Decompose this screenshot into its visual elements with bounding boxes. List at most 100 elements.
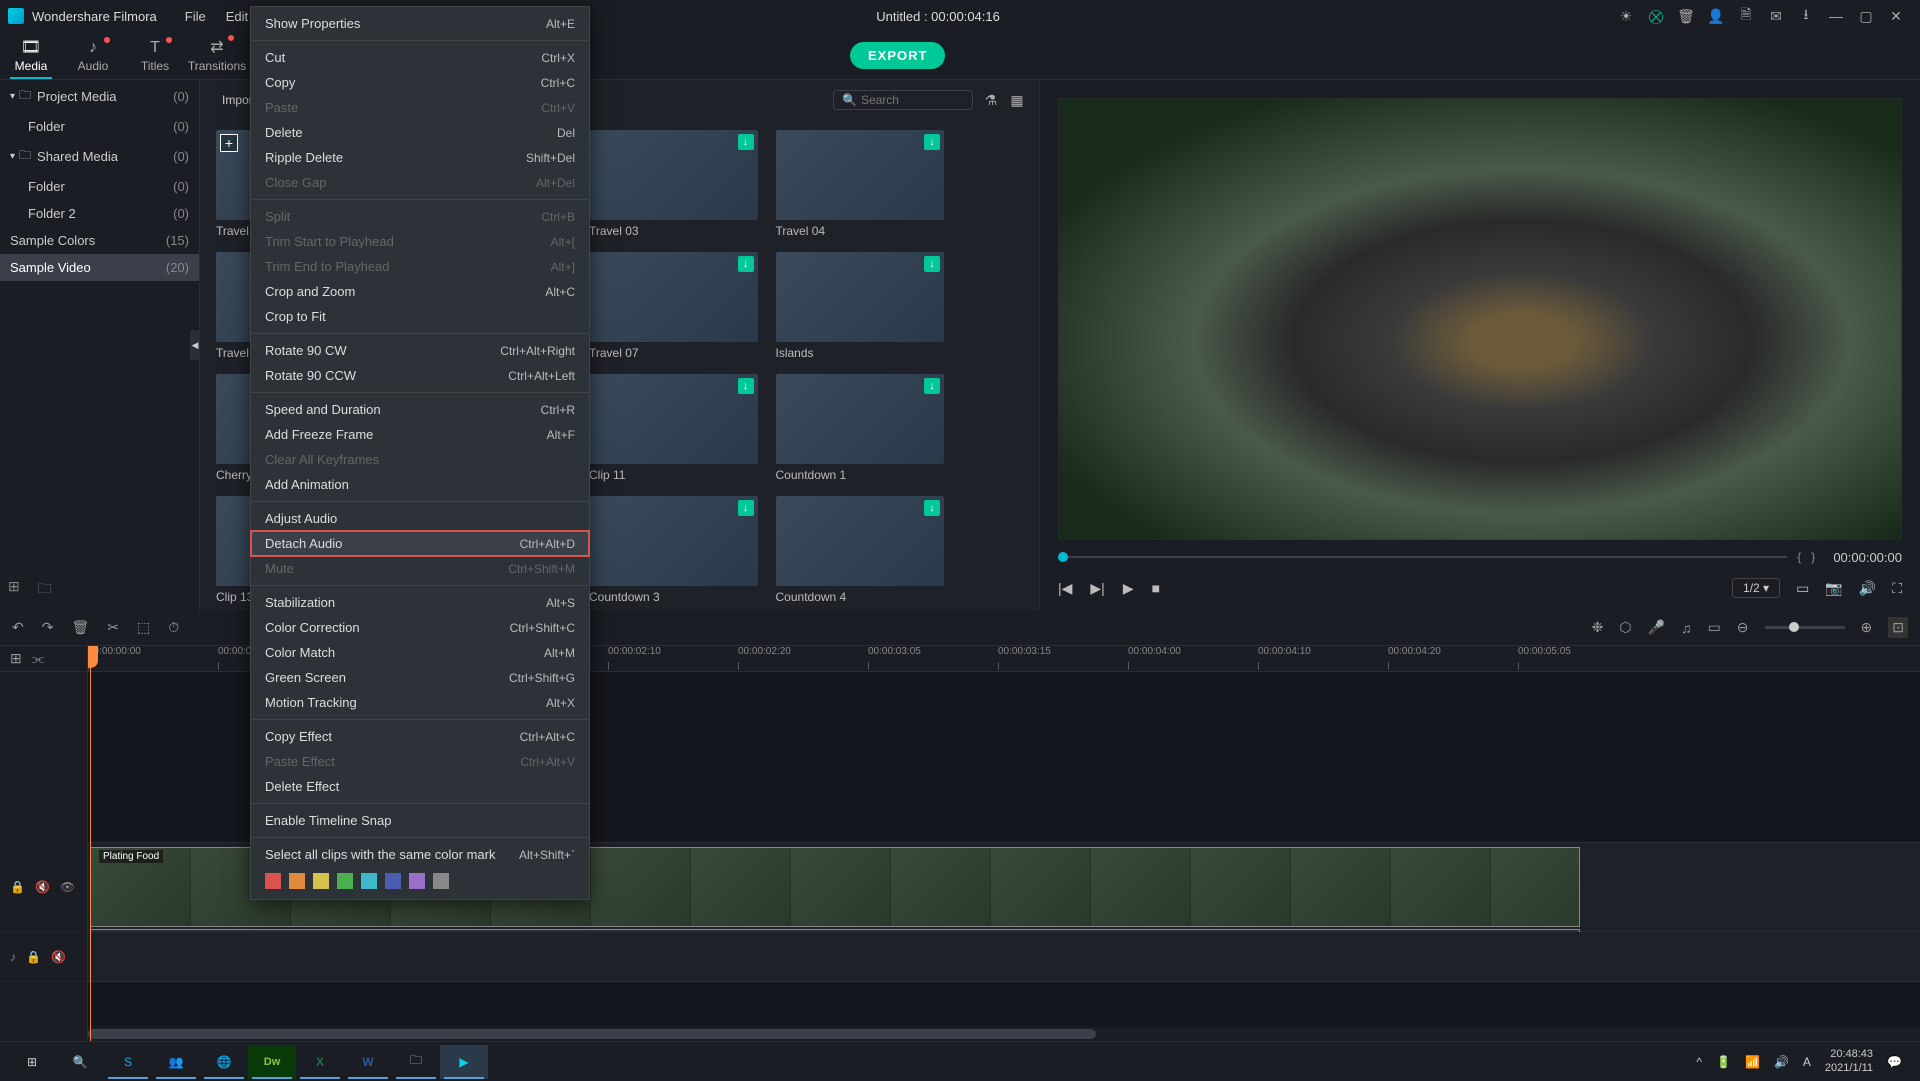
ctx-item[interactable]: Detach AudioCtrl+Alt+D: [251, 531, 589, 556]
headphones-icon[interactable]: ⛒: [1648, 8, 1664, 24]
color-swatch[interactable]: [433, 873, 449, 889]
notification-icon[interactable]: 💬: [1887, 1055, 1902, 1069]
ctx-item[interactable]: Ripple DeleteShift+Del: [251, 145, 589, 170]
taskbar-app-filmora[interactable]: ▶: [440, 1045, 488, 1079]
sidebar-item[interactable]: Sample Video(20): [0, 254, 199, 281]
volume-icon[interactable]: 🔊: [1859, 580, 1876, 597]
zoom-fit-icon[interactable]: ⊡: [1888, 617, 1908, 638]
prev-frame-icon[interactable]: |◀: [1058, 580, 1072, 597]
media-clip[interactable]: ↓Countdown 1: [776, 374, 945, 482]
media-clip[interactable]: ↓Clip 11: [589, 374, 758, 482]
tray-volume-icon[interactable]: 🔊: [1774, 1055, 1789, 1069]
media-clip[interactable]: ↓Travel 03: [589, 130, 758, 238]
ctx-item[interactable]: Enable Timeline Snap: [251, 808, 589, 833]
download-icon[interactable]: ⭳: [1798, 8, 1814, 24]
preview-canvas[interactable]: [1058, 98, 1902, 540]
media-clip[interactable]: ↓Countdown 4: [776, 496, 945, 604]
search-box[interactable]: 🔍: [833, 90, 973, 110]
audio-track[interactable]: [88, 932, 1920, 982]
audio-track-header[interactable]: ♪ 🔒 🔇: [0, 932, 87, 982]
track-manage-icon[interactable]: ⊞: [10, 650, 22, 667]
mute-track-icon[interactable]: 🔇: [51, 950, 66, 964]
tab-audio[interactable]: ♪Audio: [62, 39, 124, 79]
bracket-left[interactable]: {: [1797, 550, 1801, 564]
taskbar-app-teams[interactable]: 👥: [152, 1045, 200, 1079]
split-icon[interactable]: ✂: [107, 619, 119, 636]
ctx-item[interactable]: CopyCtrl+C: [251, 70, 589, 95]
tray-wifi-icon[interactable]: 📶: [1745, 1055, 1760, 1069]
timeline-scrollbar[interactable]: [88, 1027, 1920, 1041]
sidebar-item[interactable]: Folder(0): [0, 113, 199, 140]
ctx-item[interactable]: Speed and DurationCtrl+R: [251, 397, 589, 422]
zoom-out-icon[interactable]: ⊖: [1737, 619, 1749, 636]
voiceover-icon[interactable]: 🎤: [1648, 619, 1665, 636]
share-icon[interactable]: ✉: [1768, 8, 1784, 24]
ctx-item[interactable]: Add Animation: [251, 472, 589, 497]
taskbar-app-word[interactable]: W: [344, 1045, 392, 1079]
taskbar-clock[interactable]: 20:48:43 2021/1/11: [1825, 1048, 1873, 1074]
mute-track-icon[interactable]: 🔇: [35, 880, 50, 894]
folder-icon[interactable]: 🗀: [38, 578, 52, 602]
sidebar-item[interactable]: ▾🗀Shared Media(0): [0, 140, 199, 173]
ctx-item[interactable]: Color MatchAlt+M: [251, 640, 589, 665]
sidebar-item[interactable]: Sample Colors(15): [0, 227, 199, 254]
bracket-right[interactable]: }: [1811, 550, 1815, 564]
audio-mixer-icon[interactable]: ♫: [1681, 620, 1692, 636]
tray-ime-icon[interactable]: A: [1803, 1055, 1811, 1069]
zoom-slider[interactable]: [1765, 626, 1845, 629]
download-icon[interactable]: ↓: [738, 134, 754, 150]
undo-icon[interactable]: ↶: [12, 619, 24, 636]
taskbar-app-excel[interactable]: X: [296, 1045, 344, 1079]
trash-icon[interactable]: 🗑: [1678, 8, 1694, 24]
download-icon[interactable]: ↓: [738, 500, 754, 516]
download-icon[interactable]: ↓: [738, 378, 754, 394]
ctx-item[interactable]: Adjust Audio: [251, 506, 589, 531]
ctx-item[interactable]: Add Freeze FrameAlt+F: [251, 422, 589, 447]
media-clip[interactable]: ↓Countdown 3: [589, 496, 758, 604]
zoom-ratio[interactable]: 1/2 ▾: [1732, 578, 1780, 598]
fullscreen-icon[interactable]: ⛶: [1892, 580, 1902, 597]
ctx-item[interactable]: Rotate 90 CCWCtrl+Alt+Left: [251, 363, 589, 388]
redo-icon[interactable]: ↷: [42, 619, 54, 636]
color-swatch[interactable]: [313, 873, 329, 889]
playhead[interactable]: [90, 646, 91, 1041]
color-swatch[interactable]: [337, 873, 353, 889]
play-icon[interactable]: ▶: [1123, 580, 1134, 597]
minimize-icon[interactable]: —: [1828, 8, 1844, 24]
close-icon[interactable]: ✕: [1888, 8, 1904, 24]
taskbar-app-dreamweaver[interactable]: Dw: [248, 1045, 296, 1079]
lock-icon[interactable]: 🔒: [26, 950, 41, 964]
tray-battery-icon[interactable]: 🔋: [1716, 1055, 1731, 1069]
filter-icon[interactable]: ⚗: [983, 92, 999, 108]
ctx-item[interactable]: Copy EffectCtrl+Alt+C: [251, 724, 589, 749]
speed-icon[interactable]: ⏱: [168, 619, 179, 636]
download-icon[interactable]: ↓: [924, 256, 940, 272]
mini-preview-icon[interactable]: ▭: [1796, 580, 1809, 597]
start-button[interactable]: ⊞: [8, 1045, 56, 1079]
ctx-item[interactable]: StabilizationAlt+S: [251, 590, 589, 615]
grid-view-icon[interactable]: ▦: [1009, 92, 1025, 108]
media-clip[interactable]: ↓Travel 07: [589, 252, 758, 360]
ctx-item[interactable]: Color CorrectionCtrl+Shift+C: [251, 615, 589, 640]
media-clip[interactable]: ↓Travel 04: [776, 130, 945, 238]
download-icon[interactable]: ↓: [924, 378, 940, 394]
render-icon[interactable]: ❉: [1592, 619, 1604, 636]
color-swatch[interactable]: [289, 873, 305, 889]
sidebar-item[interactable]: Folder 2(0): [0, 200, 199, 227]
play-pause-icon[interactable]: ▶|: [1090, 580, 1104, 597]
sidebar-item[interactable]: Folder(0): [0, 173, 199, 200]
ctx-item[interactable]: Crop and ZoomAlt+C: [251, 279, 589, 304]
new-folder-icon[interactable]: ⊞: [8, 578, 20, 602]
maximize-icon[interactable]: ▢: [1858, 8, 1874, 24]
adjust-icon[interactable]: ⫘: [32, 650, 45, 667]
stop-icon[interactable]: ■: [1152, 580, 1160, 596]
crop-icon[interactable]: ⬚: [137, 619, 150, 636]
marker-icon[interactable]: ⬡: [1619, 619, 1631, 636]
lock-icon[interactable]: 🔒: [10, 880, 25, 894]
save-icon[interactable]: 🗎: [1738, 8, 1754, 24]
search-input[interactable]: [861, 93, 964, 107]
download-icon[interactable]: ↓: [738, 256, 754, 272]
sidebar-collapse-icon[interactable]: ◀: [190, 330, 200, 360]
ctx-item[interactable]: Select all clips with the same color mar…: [251, 842, 589, 867]
snapshot-icon[interactable]: 📷: [1825, 580, 1842, 597]
